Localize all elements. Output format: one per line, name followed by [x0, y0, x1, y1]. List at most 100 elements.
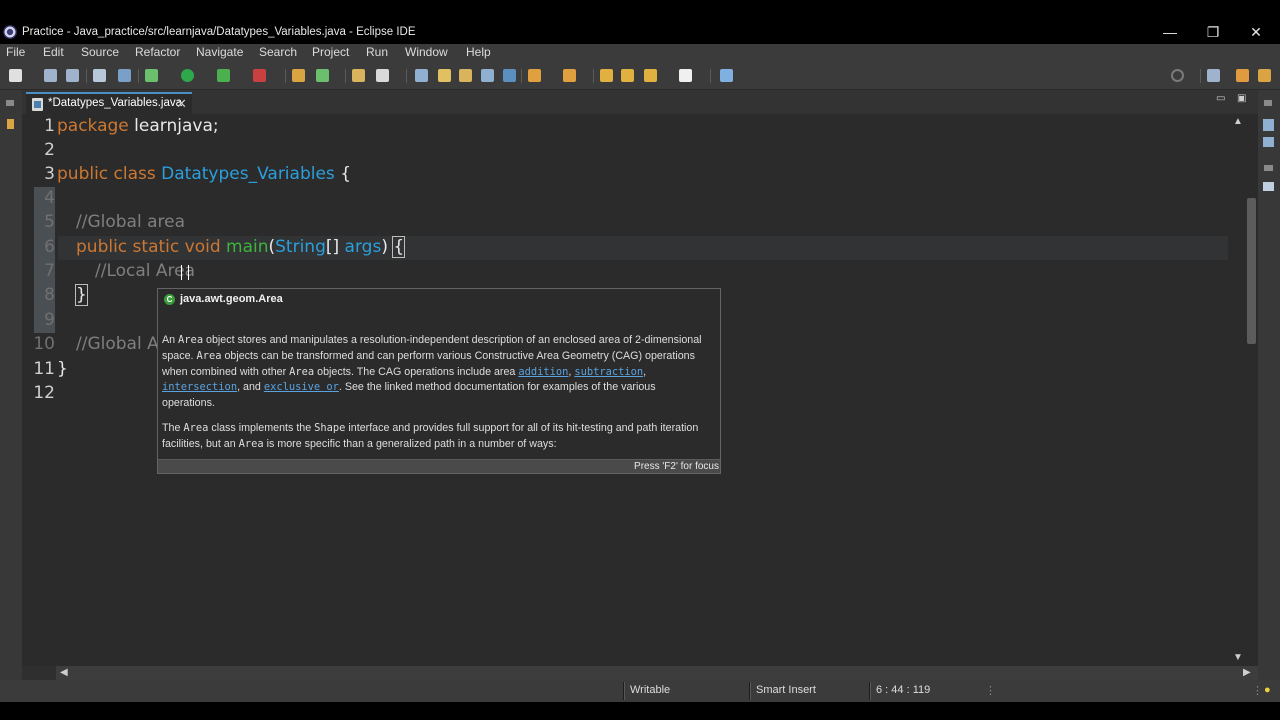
tab-datatypes-variables[interactable]: *Datatypes_Variables.java ✕	[26, 92, 192, 114]
close-window-button[interactable]: ✕	[1241, 22, 1271, 42]
bottom-border	[0, 702, 1280, 720]
editor-tab-bar: *Datatypes_Variables.java ✕ ▭ ▣	[22, 90, 1258, 114]
java-perspective-icon[interactable]	[1258, 69, 1271, 82]
new-java-class-icon[interactable]	[316, 69, 329, 82]
new-java-package-icon[interactable]	[292, 69, 305, 82]
debug-icon[interactable]	[145, 69, 158, 82]
vertical-scrollbar[interactable]	[1246, 114, 1258, 666]
package-explorer-icon[interactable]	[7, 119, 14, 129]
back-arrow-icon[interactable]	[644, 69, 657, 82]
word-wrap-icon[interactable]	[481, 69, 494, 82]
menu-window[interactable]: Window	[405, 45, 448, 59]
last-edit-icon[interactable]	[600, 69, 613, 82]
line-number: 9	[44, 310, 55, 330]
vertical-scroll-thumb[interactable]	[1247, 198, 1256, 344]
line-number: 10	[33, 334, 55, 354]
menu-navigate[interactable]: Navigate	[196, 45, 243, 59]
new-icon[interactable]	[9, 69, 22, 82]
coverage-icon[interactable]	[217, 69, 230, 82]
link-intersection[interactable]: intersection	[162, 381, 237, 393]
javadoc-paragraph: An Area object stores and manipulates a …	[162, 334, 702, 410]
writable-status: Writable	[630, 684, 671, 696]
console-icon[interactable]	[1263, 182, 1274, 191]
tip-lightbulb-icon[interactable]: ●	[1264, 684, 1271, 696]
line-number: 4	[44, 188, 55, 208]
line-number: 3	[44, 164, 55, 184]
open-perspective-icon[interactable]	[1207, 69, 1220, 82]
javadoc-body: An Area object stores and manipulates a …	[162, 333, 710, 462]
line-number: 2	[44, 140, 55, 160]
restore-console-icon[interactable]	[1264, 165, 1273, 171]
restore-button[interactable]: ❐	[1198, 22, 1228, 42]
scroll-right-icon[interactable]: ▶	[1243, 667, 1251, 678]
maximize-editor-icon[interactable]: ▣	[1237, 93, 1246, 104]
scroll-down-icon[interactable]: ▼	[1233, 652, 1243, 663]
code-line-11: }	[57, 359, 68, 379]
menu-file[interactable]: File	[6, 45, 25, 59]
matching-bracket: {	[392, 236, 406, 258]
scroll-left-icon[interactable]: ◀	[60, 667, 68, 678]
forward-edit-icon[interactable]	[621, 69, 634, 82]
line-number: 7	[44, 261, 55, 281]
toggle-occurrences-icon[interactable]	[415, 69, 428, 82]
menu-project[interactable]: Project	[312, 45, 349, 59]
link-addition[interactable]: addition	[518, 366, 568, 378]
insert-mode-status[interactable]: Smart Insert	[756, 684, 816, 696]
external-tools-icon[interactable]	[253, 69, 266, 82]
menu-edit[interactable]: Edit	[43, 45, 64, 59]
minimize-editor-icon[interactable]: ▭	[1216, 93, 1225, 104]
scroll-up-icon[interactable]: ▲	[1233, 116, 1243, 127]
menu-run[interactable]: Run	[366, 45, 388, 59]
task-list-icon[interactable]	[1263, 137, 1274, 147]
show-whitespace-icon[interactable]	[503, 69, 516, 82]
code-line-10: //Global A	[76, 334, 159, 354]
status-bar-handle-icon: ⋮	[1252, 685, 1263, 697]
minimize-button[interactable]: —	[1155, 22, 1185, 42]
previous-annotation-icon[interactable]	[563, 69, 576, 82]
restore-view-icon[interactable]	[6, 100, 14, 106]
terminal-icon[interactable]	[93, 69, 106, 82]
javadoc-hover-popup[interactable]: C java.awt.geom.Area An Area object stor…	[157, 288, 721, 474]
horizontal-scrollbar[interactable]: ◀ ▶	[56, 666, 1258, 680]
block-selection-icon[interactable]	[459, 69, 472, 82]
pin-editor-icon[interactable]	[720, 69, 733, 82]
line-number: 8	[44, 285, 55, 305]
menu-refactor[interactable]: Refactor	[135, 45, 180, 59]
toggle-mark-icon[interactable]	[438, 69, 451, 82]
quick-access-search-icon[interactable]	[1171, 69, 1184, 82]
restore-outline-icon[interactable]	[1264, 100, 1272, 106]
save-icon[interactable]	[44, 69, 57, 82]
line-number: 6	[44, 237, 55, 257]
search-icon[interactable]	[376, 69, 389, 82]
menu-help[interactable]: Help	[466, 45, 491, 59]
menu-bar: File Edit Source Refactor Navigate Searc…	[0, 44, 1280, 62]
link-subtraction[interactable]: subtraction	[574, 366, 643, 378]
close-tab-icon[interactable]: ✕	[176, 96, 187, 112]
status-bar-handle-icon: ⋮	[985, 685, 996, 697]
line-number: 5	[44, 212, 55, 232]
status-bar: Writable Smart Insert 6 : 44 : 119 ⋮ ⋮ ●	[0, 680, 1280, 702]
code-line-3: public class Datatypes_Variables {	[57, 164, 352, 184]
outline-icon[interactable]	[1263, 119, 1274, 131]
code-line-6: public static void main(String[] args) {	[76, 236, 406, 258]
open-type-icon[interactable]	[352, 69, 365, 82]
next-annotation-icon[interactable]	[528, 69, 541, 82]
java-ee-perspective-icon[interactable]	[1236, 69, 1249, 82]
run-icon[interactable]	[181, 69, 194, 82]
line-number: 1	[44, 116, 55, 136]
menu-search[interactable]: Search	[259, 45, 297, 59]
forward-arrow-icon[interactable]	[679, 69, 692, 82]
javadoc-title: java.awt.geom.Area	[180, 293, 283, 305]
left-trim-bar	[0, 90, 22, 680]
right-trim-bar	[1258, 90, 1280, 680]
menu-source[interactable]: Source	[81, 45, 119, 59]
title-bar: Practice - Java_practice/src/learnjava/D…	[0, 0, 1280, 44]
skip-breakpoints-icon[interactable]	[118, 69, 131, 82]
java-file-icon	[32, 98, 43, 111]
class-icon: C	[164, 294, 175, 305]
line-number: 12	[33, 383, 55, 403]
javadoc-paragraph: The Area class implements the Shape inte…	[162, 421, 699, 450]
text-cursor-icon	[181, 265, 189, 280]
link-exclusive-or[interactable]: exclusive or	[264, 381, 339, 393]
save-all-icon[interactable]	[66, 69, 79, 82]
